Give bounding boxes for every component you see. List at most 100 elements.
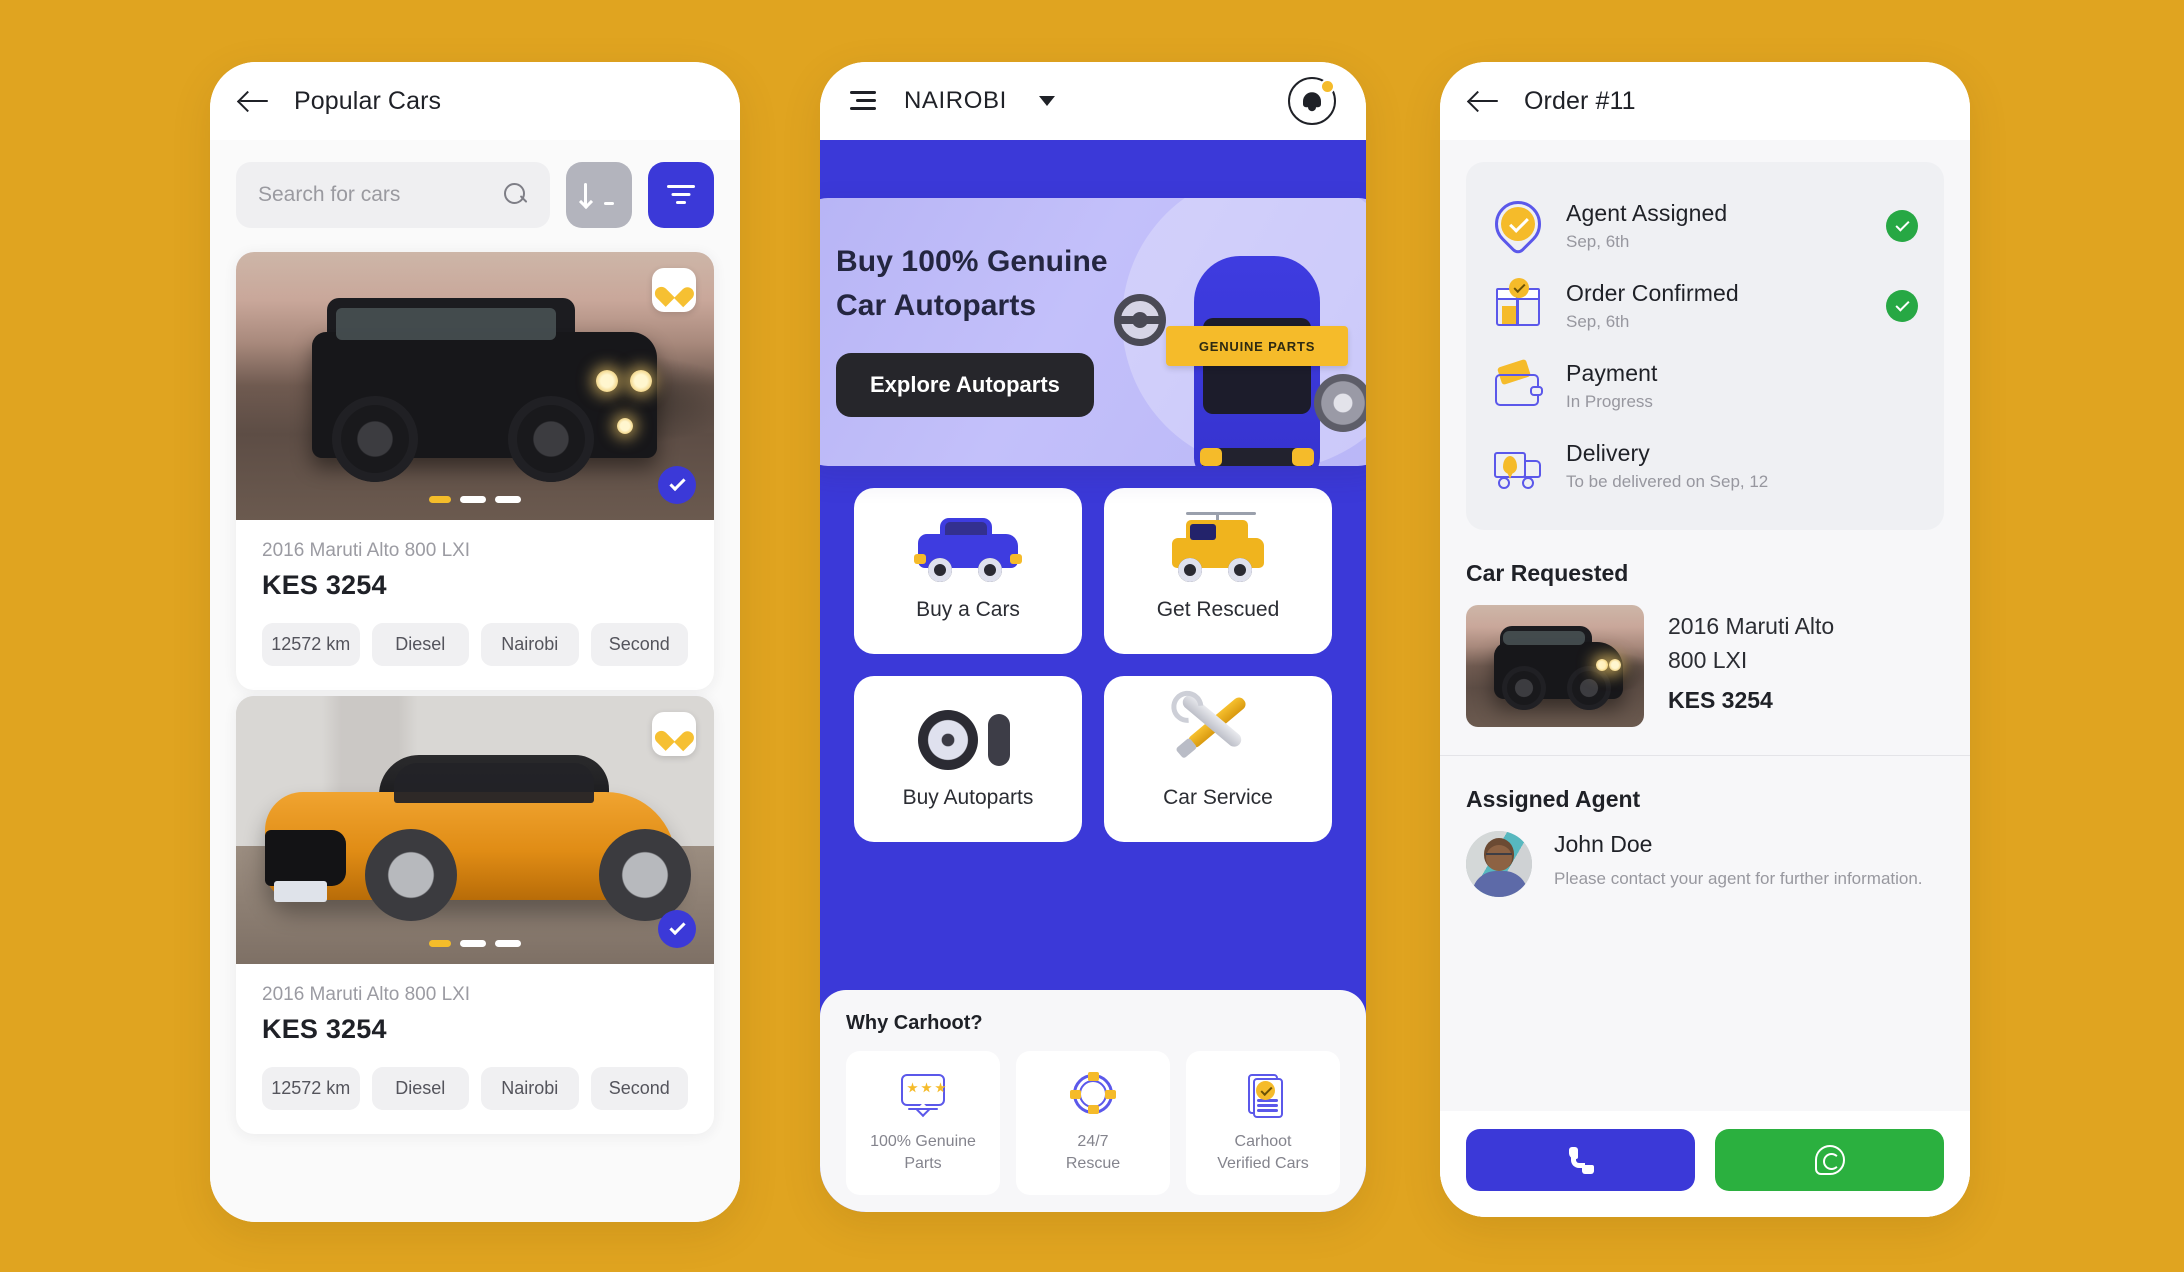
car-price: KES 3254 xyxy=(1668,687,1773,714)
agent-pin-icon xyxy=(1485,191,1551,257)
tag-location: Nairobi xyxy=(481,1067,579,1110)
wheel-icon xyxy=(1314,374,1366,432)
search-icon xyxy=(504,183,528,207)
why-card-rescue[interactable]: 24/7 Rescue xyxy=(1016,1051,1170,1195)
left-topbar: Popular Cars xyxy=(210,62,740,140)
car-name: 2016 Maruti Alto 800 LXI xyxy=(262,540,471,561)
timeline-row-agent-assigned: Agent Assigned Sep, 6th xyxy=(1485,186,1918,266)
tile-buy-a-cars[interactable]: Buy a Cars xyxy=(854,488,1082,654)
search-input[interactable]: Search for cars xyxy=(236,162,550,228)
jeep-image xyxy=(236,252,714,520)
tag-owner: Second xyxy=(590,623,688,666)
delivery-truck-icon xyxy=(1492,440,1544,492)
audi-image xyxy=(236,696,714,964)
tyre-rim-icon xyxy=(912,708,1024,770)
phone-icon xyxy=(1567,1146,1594,1174)
tile-buy-autoparts[interactable]: Buy Autoparts xyxy=(854,676,1082,842)
car-price: KES 3254 xyxy=(262,1014,387,1044)
timeline-title: Agent Assigned xyxy=(1566,200,1728,226)
timeline-row-order-confirmed: Order Confirmed Sep, 6th xyxy=(1492,266,1918,346)
favorite-button[interactable] xyxy=(652,712,696,756)
tag-mileage: 12572 km xyxy=(262,1067,360,1110)
why-caption-line2: Rescue xyxy=(1065,1155,1121,1172)
car-photo xyxy=(236,252,714,520)
back-arrow-icon[interactable] xyxy=(240,90,270,112)
why-caption-line1: Carhoot xyxy=(1234,1133,1292,1151)
autoparts-banner[interactable]: Buy 100% Genuine Car Autoparts Explore A… xyxy=(820,198,1366,466)
tag-location: Nairobi xyxy=(481,623,579,666)
verified-document-icon xyxy=(1238,1071,1288,1119)
city-label[interactable]: NAIROBI xyxy=(904,87,1007,115)
car-card[interactable]: 2016 Maruti Alto 800 LXI KES 3254 12572 … xyxy=(236,696,714,1134)
notification-bell-icon xyxy=(1302,90,1322,112)
car-name: 2016 Maruti Alto 800 LXI xyxy=(262,984,471,1005)
wallet-icon xyxy=(1492,358,1544,412)
tag-mileage: 12572 km xyxy=(262,623,360,666)
why-caption-line1: 24/7 xyxy=(1077,1133,1109,1151)
heart-icon xyxy=(662,723,686,745)
whatsapp-icon xyxy=(1814,1145,1845,1175)
tile-label: Car Service xyxy=(1163,786,1273,809)
package-box-icon xyxy=(1492,278,1544,332)
order-timeline: Agent Assigned Sep, 6th Order Confirmed … xyxy=(1466,162,1944,530)
heart-icon xyxy=(662,279,686,301)
car-card[interactable]: 2016 Maruti Alto 800 LXI KES 3254 12572 … xyxy=(236,252,714,690)
steering-wheel-icon xyxy=(1114,294,1166,346)
center-content: Buy 100% Genuine Car Autoparts Explore A… xyxy=(820,140,1366,1212)
status-check-icon xyxy=(1886,290,1918,322)
car-icon xyxy=(912,518,1024,582)
check-circle-icon xyxy=(658,910,696,948)
right-content: Agent Assigned Sep, 6th Order Confirmed … xyxy=(1440,140,1970,1217)
timeline-row-delivery: Delivery To be delivered on Sep, 12 xyxy=(1492,426,1918,506)
car-name-line1: 2016 Maruti Alto xyxy=(1668,613,1835,639)
notification-button[interactable] xyxy=(1288,77,1336,125)
page-title: Order #11 xyxy=(1524,86,1636,115)
tile-label: Get Rescued xyxy=(1156,598,1280,621)
phone-popular-cars: Popular Cars Search for cars 2016 Maruti… xyxy=(210,62,740,1222)
car-thumbnail xyxy=(1466,605,1644,727)
timeline-sub: Sep, 6th xyxy=(1566,312,1630,331)
call-button[interactable] xyxy=(1466,1129,1695,1191)
agent-name: John Doe xyxy=(1554,831,1653,857)
back-arrow-icon[interactable] xyxy=(1470,90,1500,112)
why-title: Why Carhoot? xyxy=(846,1012,983,1034)
hamburger-menu-icon[interactable] xyxy=(850,89,880,113)
car-tags: 12572 km Diesel Nairobi Second xyxy=(262,623,688,666)
whatsapp-button[interactable] xyxy=(1715,1129,1944,1191)
car-requested-title: Car Requested xyxy=(1466,560,1629,586)
timeline-row-payment: Payment In Progress xyxy=(1492,346,1918,426)
why-carhoot-section: Why Carhoot? 100% Genuine Parts 24/7 Res… xyxy=(820,990,1366,1212)
car-price: KES 3254 xyxy=(262,570,387,600)
sort-button[interactable] xyxy=(566,162,632,228)
tile-car-service[interactable]: Car Service xyxy=(1104,676,1332,842)
search-row: Search for cars xyxy=(210,140,740,246)
why-card-genuine-parts[interactable]: 100% Genuine Parts xyxy=(846,1051,1000,1195)
favorite-button[interactable] xyxy=(652,268,696,312)
tag-fuel: Diesel xyxy=(371,623,469,666)
phone-order-detail: Order #11 Agent Assigned Sep, 6th Order … xyxy=(1440,62,1970,1217)
timeline-sub: To be delivered on Sep, 12 xyxy=(1566,472,1769,491)
action-bar xyxy=(1440,1111,1970,1217)
tile-label: Buy a Cars xyxy=(916,598,1020,621)
center-topbar: NAIROBI xyxy=(820,62,1366,140)
wrench-screwdriver-icon xyxy=(1162,692,1274,770)
filter-icon xyxy=(666,184,696,206)
timeline-title: Payment xyxy=(1566,360,1658,386)
phone-home: NAIROBI Buy 100% Genuine Car Autoparts E… xyxy=(820,62,1366,1212)
filter-button[interactable] xyxy=(648,162,714,228)
why-card-verified[interactable]: Carhoot Verified Cars xyxy=(1186,1051,1340,1195)
tile-get-rescued[interactable]: Get Rescued xyxy=(1104,488,1332,654)
tag-fuel: Diesel xyxy=(371,1067,469,1110)
status-check-icon xyxy=(1886,210,1918,242)
divider xyxy=(1440,755,1970,756)
notification-dot xyxy=(1320,79,1335,94)
explore-autoparts-button[interactable]: Explore Autoparts xyxy=(836,353,1094,417)
carousel-dots[interactable] xyxy=(429,496,521,503)
timeline-title: Delivery xyxy=(1566,440,1650,466)
carousel-dots[interactable] xyxy=(429,940,521,947)
tag-owner: Second xyxy=(590,1067,688,1110)
chevron-down-icon[interactable] xyxy=(1038,96,1055,106)
car-info: 2016 Maruti Alto 800 LXI KES 3254 12572 … xyxy=(236,964,714,1134)
car-requested-row[interactable]: 2016 Maruti Alto 800 LXI KES 3254 xyxy=(1466,605,1944,727)
assigned-agent-row: John Doe Please contact your agent for f… xyxy=(1466,831,1944,897)
